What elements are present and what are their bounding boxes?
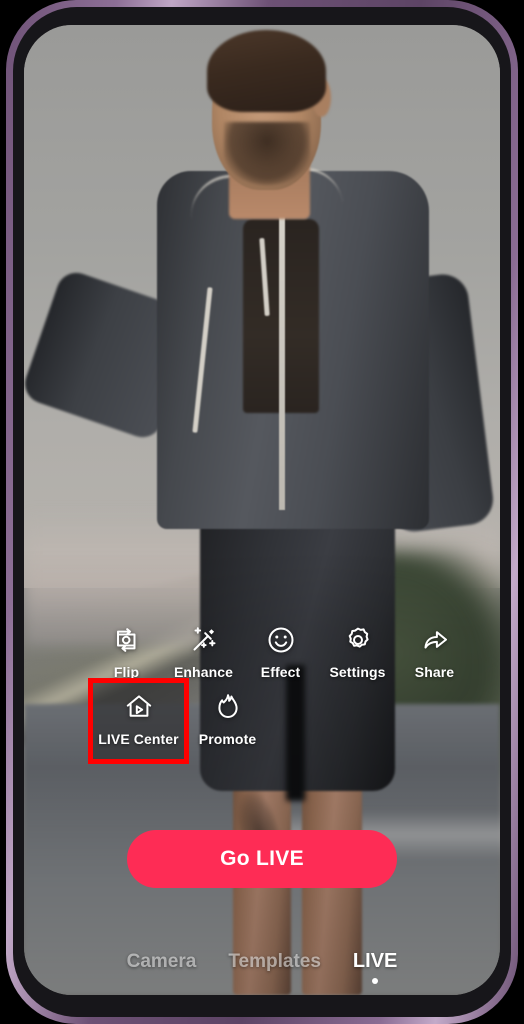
tool-flip-label: Flip xyxy=(113,664,140,680)
nav-item-templates[interactable]: Templates xyxy=(228,951,321,973)
go-live-button[interactable]: Go LIVE xyxy=(127,830,397,888)
tool-enhance[interactable]: Enhance xyxy=(165,623,242,680)
tool-grid: Flip Enhance Effect Settings Share LIVE … xyxy=(24,623,500,764)
tool-enhance-label: Enhance xyxy=(173,664,234,680)
phone-frame: Flip Enhance Effect Settings Share LIVE … xyxy=(6,0,518,1024)
nav-item-live[interactable]: LIVE xyxy=(352,950,398,984)
gear-icon xyxy=(343,623,373,657)
tool-live-center-label: LIVE Center xyxy=(98,731,179,747)
house-play-icon xyxy=(124,690,154,724)
tool-share-label: Share xyxy=(414,664,455,680)
nav-item-live-label: LIVE xyxy=(352,950,398,972)
phone-screen: Flip Enhance Effect Settings Share LIVE … xyxy=(24,25,500,995)
tool-share[interactable]: Share xyxy=(396,623,473,680)
tool-promote[interactable]: Promote xyxy=(189,690,266,747)
tool-effect[interactable]: Effect xyxy=(242,623,319,680)
tool-row-primary: Flip Enhance Effect Settings Share xyxy=(24,623,500,680)
camera-flip-icon xyxy=(112,623,142,657)
tool-promote-label: Promote xyxy=(198,731,257,747)
phone-bezel: Flip Enhance Effect Settings Share LIVE … xyxy=(13,7,511,1017)
tool-row-secondary: LIVE Center Promote xyxy=(24,678,500,764)
smiley-face-icon xyxy=(266,623,296,657)
live-controls-overlay: Flip Enhance Effect Settings Share LIVE … xyxy=(24,25,500,995)
active-mode-dot xyxy=(372,978,379,984)
tool-effect-label: Effect xyxy=(260,664,301,680)
tool-flip[interactable]: Flip xyxy=(88,623,165,680)
mode-nav: Camera Templates LIVE xyxy=(24,950,500,984)
tool-live-center[interactable]: LIVE Center xyxy=(88,678,189,764)
tool-settings-label: Settings xyxy=(329,664,386,680)
tool-settings[interactable]: Settings xyxy=(319,623,396,680)
nav-item-camera[interactable]: Camera xyxy=(127,951,197,973)
share-arrow-icon xyxy=(420,623,450,657)
magic-wand-sparkle-icon xyxy=(189,623,219,657)
flame-icon xyxy=(214,690,242,724)
